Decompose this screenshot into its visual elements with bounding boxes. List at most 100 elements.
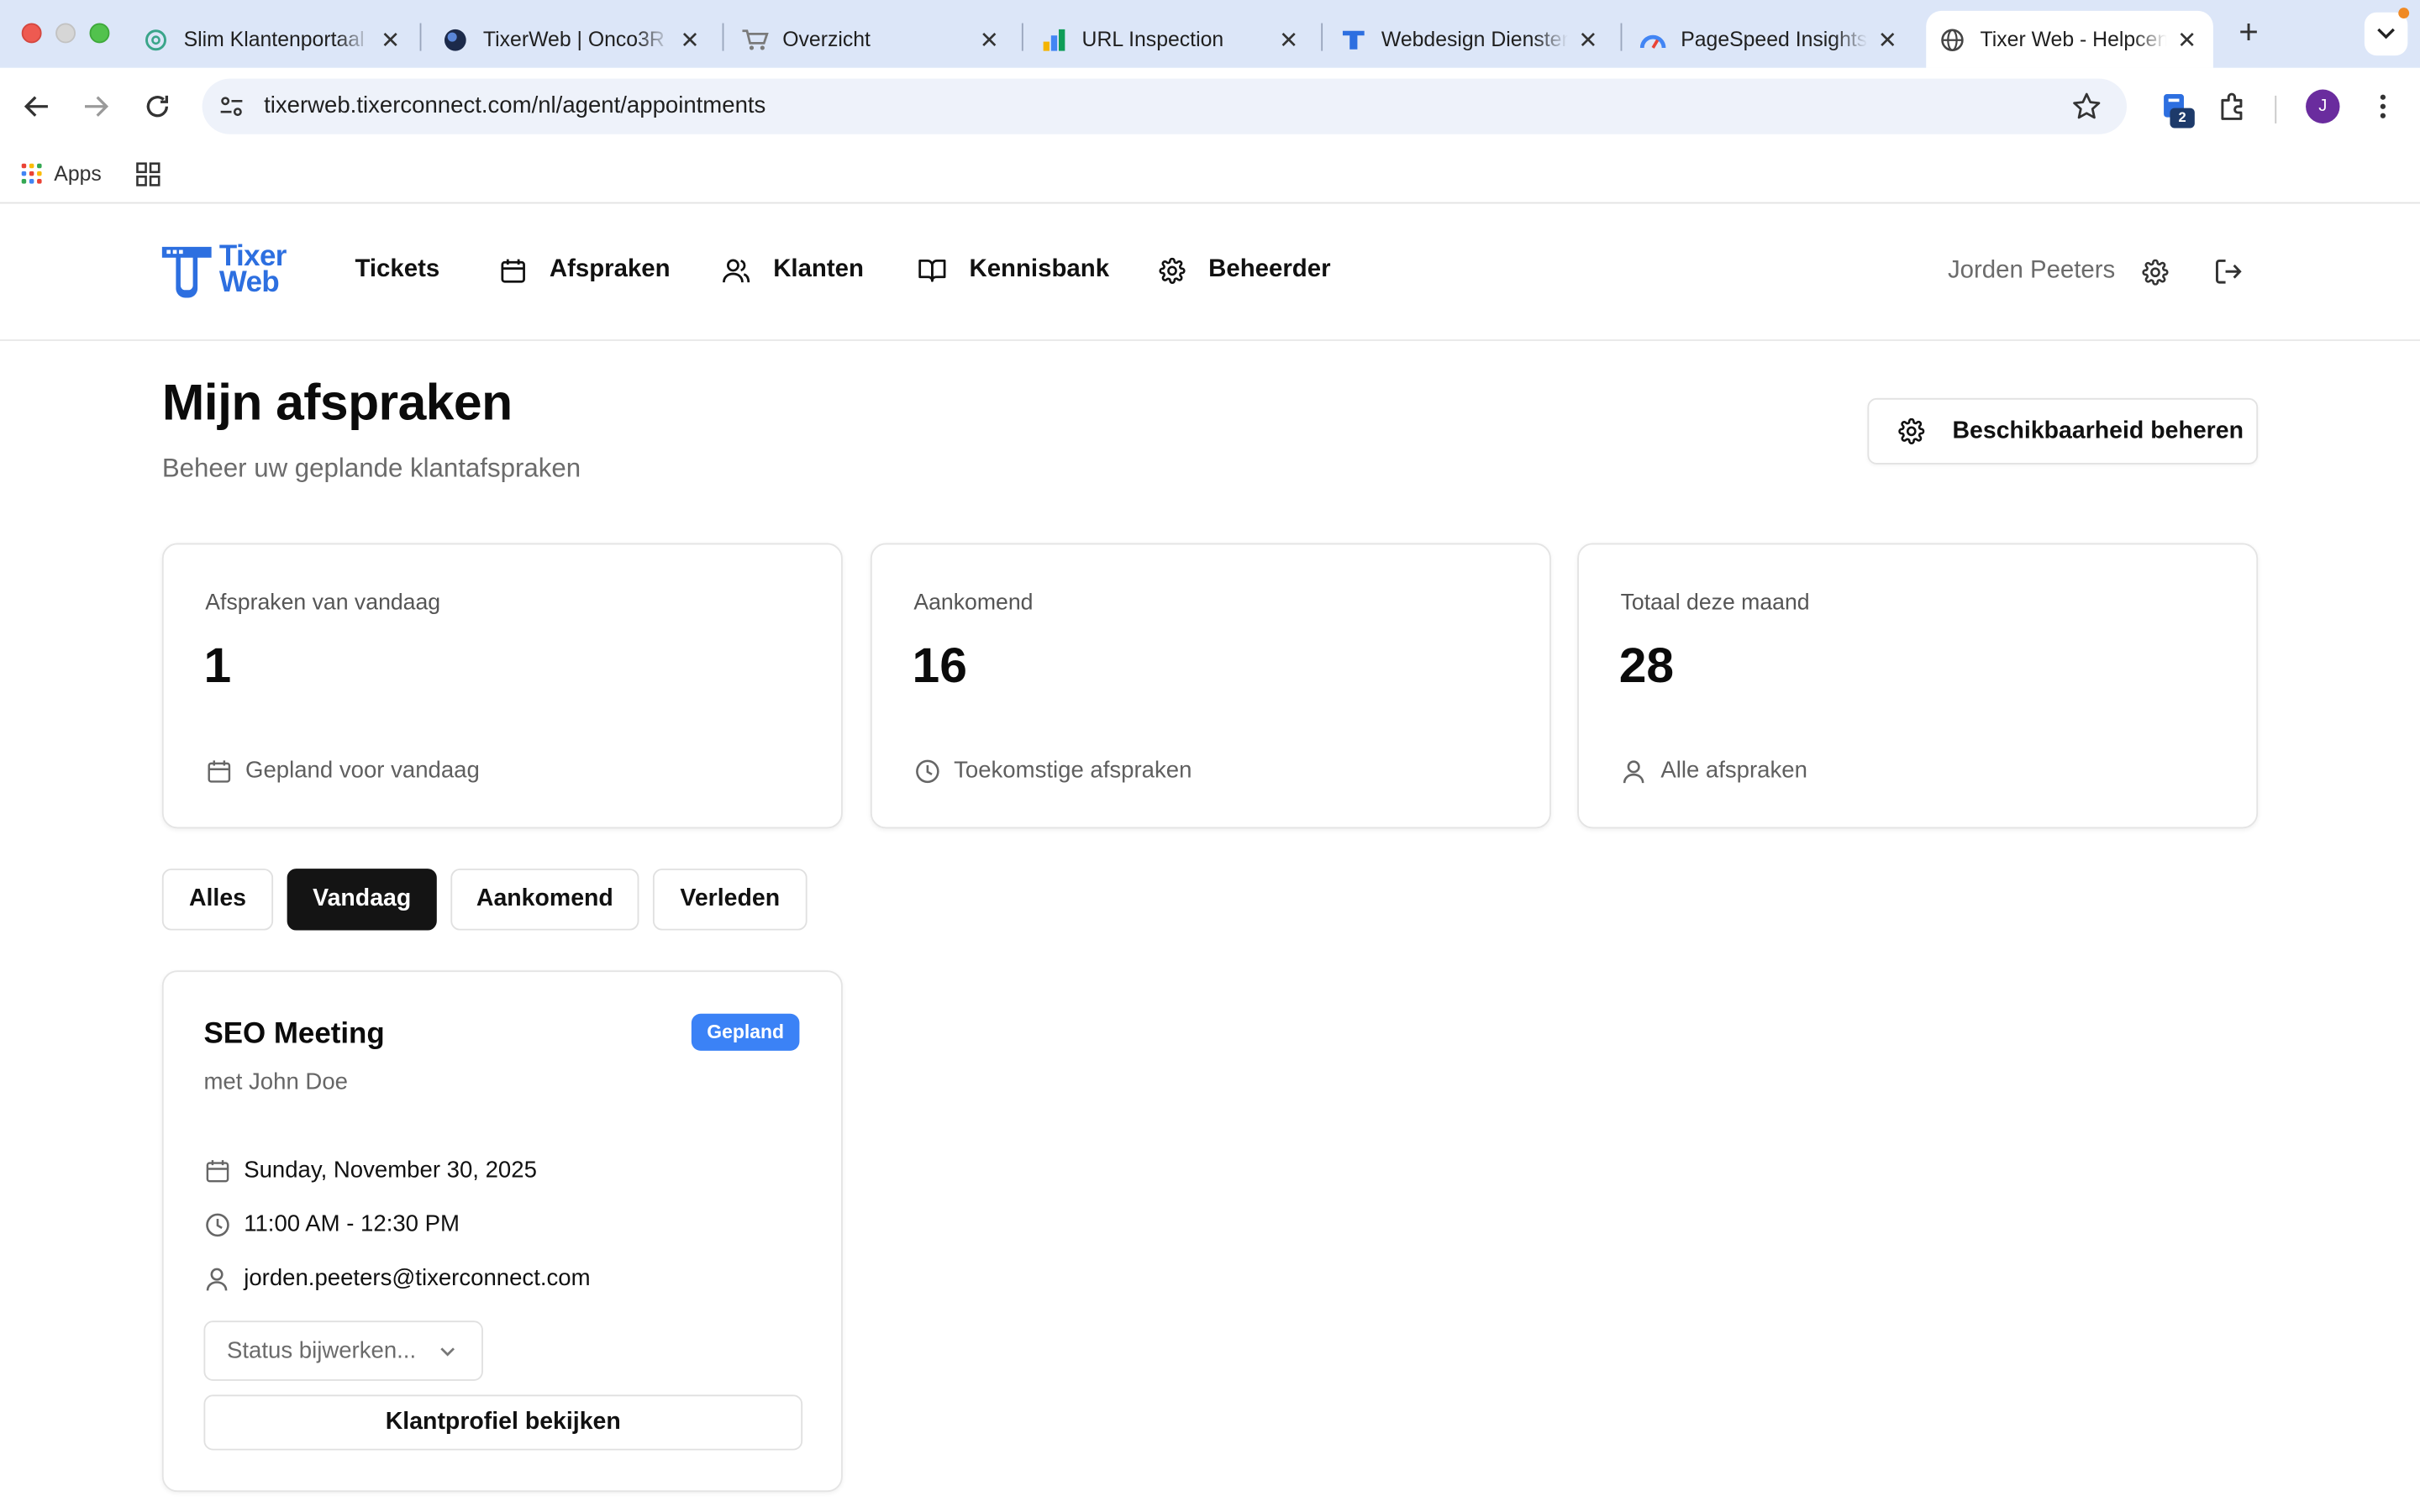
nav-tickets[interactable]: Tickets xyxy=(355,256,439,284)
forward-button[interactable] xyxy=(76,87,116,127)
tab-separator xyxy=(722,23,724,51)
tab-groups-icon[interactable] xyxy=(136,162,160,186)
browser-menu-button[interactable] xyxy=(2363,87,2403,127)
appointment-date-row: Sunday, November 30, 2025 xyxy=(203,1158,537,1184)
page-subtitle: Beheer uw geplande klantafspraken xyxy=(161,453,581,483)
tixer-logo-icon xyxy=(1339,25,1367,53)
status-update-select[interactable]: Status bijwerken... xyxy=(203,1320,483,1381)
appointment-card: SEO Meeting Gepland met John Doe Sunday,… xyxy=(161,970,843,1493)
logout-button[interactable] xyxy=(2213,256,2244,287)
filter-verleden[interactable]: Verleden xyxy=(652,869,808,931)
tixer-web-logo[interactable]: Tixer Web xyxy=(160,242,287,298)
filter-alles[interactable]: Alles xyxy=(161,869,274,931)
close-icon[interactable]: ✕ xyxy=(2173,25,2201,53)
cart-icon xyxy=(741,25,769,53)
window-close-button[interactable] xyxy=(21,23,42,44)
stat-label: Afspraken van vandaag xyxy=(205,591,441,616)
filter-vandaag[interactable]: Vandaag xyxy=(287,869,437,931)
tab-search-button[interactable] xyxy=(2364,12,2408,56)
browser-tab-strip: Slim Klantenportaal ✕ TixerWeb | Onco3R … xyxy=(0,0,2420,68)
browser-tab[interactable]: Overzicht ✕ xyxy=(729,11,1016,68)
url-text[interactable]: tixerweb.tixerconnect.com/nl/agent/appoi… xyxy=(264,92,765,118)
appointment-email-row: jorden.peeters@tixerconnect.com xyxy=(203,1265,591,1291)
browser-tab[interactable]: PageSpeed Insights ✕ xyxy=(1627,11,1914,68)
clock-icon xyxy=(913,758,939,784)
globe-dark-icon xyxy=(441,25,469,53)
bookmark-apps-label: Apps xyxy=(54,161,102,186)
notification-dot xyxy=(2398,8,2410,19)
appointment-time: 11:00 AM - 12:30 PM xyxy=(244,1210,460,1238)
gear-icon xyxy=(1158,256,1186,284)
arrow-left-icon xyxy=(24,96,48,117)
browser-tab[interactable]: URL Inspection ✕ xyxy=(1028,11,1315,68)
stat-card-upcoming: Aankomend 16 Toekomstige afspraken xyxy=(870,543,1551,829)
chevron-down-icon xyxy=(440,1347,455,1357)
stat-label: Aankomend xyxy=(913,591,1034,616)
stat-footer-text: Gepland voor vandaag xyxy=(245,757,480,785)
back-button[interactable] xyxy=(17,87,57,127)
browser-toolbar: tixerweb.tixerconnect.com/nl/agent/appoi… xyxy=(0,67,2420,145)
user-icon xyxy=(1621,758,1647,784)
gear-icon xyxy=(2141,258,2168,285)
stat-value: 28 xyxy=(1618,637,1675,693)
window-minimize-button[interactable] xyxy=(55,23,76,44)
site-info-icon[interactable] xyxy=(218,92,245,120)
tab-title: Overzicht xyxy=(782,28,871,51)
clock-icon xyxy=(203,1211,229,1237)
appointment-customer: met John Doe xyxy=(203,1068,348,1096)
close-icon[interactable]: ✕ xyxy=(376,25,404,53)
filter-aankomend[interactable]: Aankomend xyxy=(450,869,639,931)
apps-grid-icon xyxy=(21,163,42,184)
nav-beheerder[interactable]: Beheerder xyxy=(1158,256,1331,284)
manage-availability-button[interactable]: Beschikbaarheid beheren xyxy=(1867,397,2259,465)
puzzle-icon xyxy=(2221,92,2243,120)
stat-value: 16 xyxy=(912,637,967,693)
browser-tab[interactable]: Webdesign Diensten ✕ xyxy=(1328,11,1615,68)
nav-label: Klanten xyxy=(773,255,864,283)
stat-card-today: Afspraken van vandaag 1 Gepland voor van… xyxy=(161,543,843,829)
close-icon[interactable]: ✕ xyxy=(1275,25,1302,53)
screen: Slim Klantenportaal ✕ TixerWeb | Onco3R … xyxy=(0,0,2420,1504)
close-icon[interactable]: ✕ xyxy=(1874,25,1902,53)
close-icon[interactable]: ✕ xyxy=(676,25,703,53)
browser-tab-active[interactable]: Tixer Web - Helpcenter ✕ xyxy=(1926,10,2213,68)
page-title: Mijn afspraken xyxy=(161,373,513,431)
settings-button[interactable] xyxy=(2139,256,2170,287)
users-icon xyxy=(723,256,750,284)
window-zoom-button[interactable] xyxy=(89,23,110,44)
manage-availability-label: Beschikbaarheid beheren xyxy=(1952,417,2244,444)
close-icon[interactable]: ✕ xyxy=(976,25,1003,53)
browser-tab[interactable]: TixerWeb | Onco3R ✕ xyxy=(429,11,717,68)
tab-separator xyxy=(1620,23,1623,51)
reload-button[interactable] xyxy=(137,87,177,127)
tixer-logo-icon xyxy=(161,246,212,298)
nav-label: Tickets xyxy=(355,255,440,283)
tab-title: PageSpeed Insights xyxy=(1681,28,1868,51)
bookmark-apps[interactable]: Apps xyxy=(21,161,102,186)
arrow-right-icon xyxy=(85,96,109,117)
status-badge: Gepland xyxy=(691,1013,800,1051)
nav-label: Beheerder xyxy=(1208,255,1331,283)
nav-afspraken[interactable]: Afspraken xyxy=(498,256,671,284)
profile-avatar[interactable]: J xyxy=(2306,89,2340,123)
nav-klanten[interactable]: Klanten xyxy=(723,256,864,284)
stat-card-month-total: Totaal deze maand 28 Alle afspraken xyxy=(1577,543,2259,829)
view-customer-profile-button[interactable]: Klantprofiel bekijken xyxy=(203,1394,803,1451)
extensions-button[interactable] xyxy=(2213,87,2254,127)
logout-icon xyxy=(2215,259,2242,284)
calendar-icon xyxy=(498,256,526,284)
new-tab-button[interactable]: + xyxy=(2232,14,2265,49)
stat-footer-text: Toekomstige afspraken xyxy=(954,757,1192,785)
bookmarks-bar: Apps xyxy=(0,144,2420,204)
bookmark-star-icon[interactable] xyxy=(2071,91,2102,122)
address-bar[interactable]: tixerweb.tixerconnect.com/nl/agent/appoi… xyxy=(202,78,2128,134)
tab-separator xyxy=(1321,23,1323,51)
book-icon xyxy=(918,256,946,284)
tab-title: Tixer Web - Helpcenter xyxy=(1980,28,2167,51)
appointment-title: SEO Meeting xyxy=(203,1018,385,1051)
nav-kennisbank[interactable]: Kennisbank xyxy=(918,256,1109,284)
tab-separator xyxy=(1021,23,1023,51)
browser-tab[interactable]: Slim Klantenportaal ✕ xyxy=(129,11,417,68)
close-icon[interactable]: ✕ xyxy=(1574,25,1602,53)
stat-label: Totaal deze maand xyxy=(1620,591,1810,616)
